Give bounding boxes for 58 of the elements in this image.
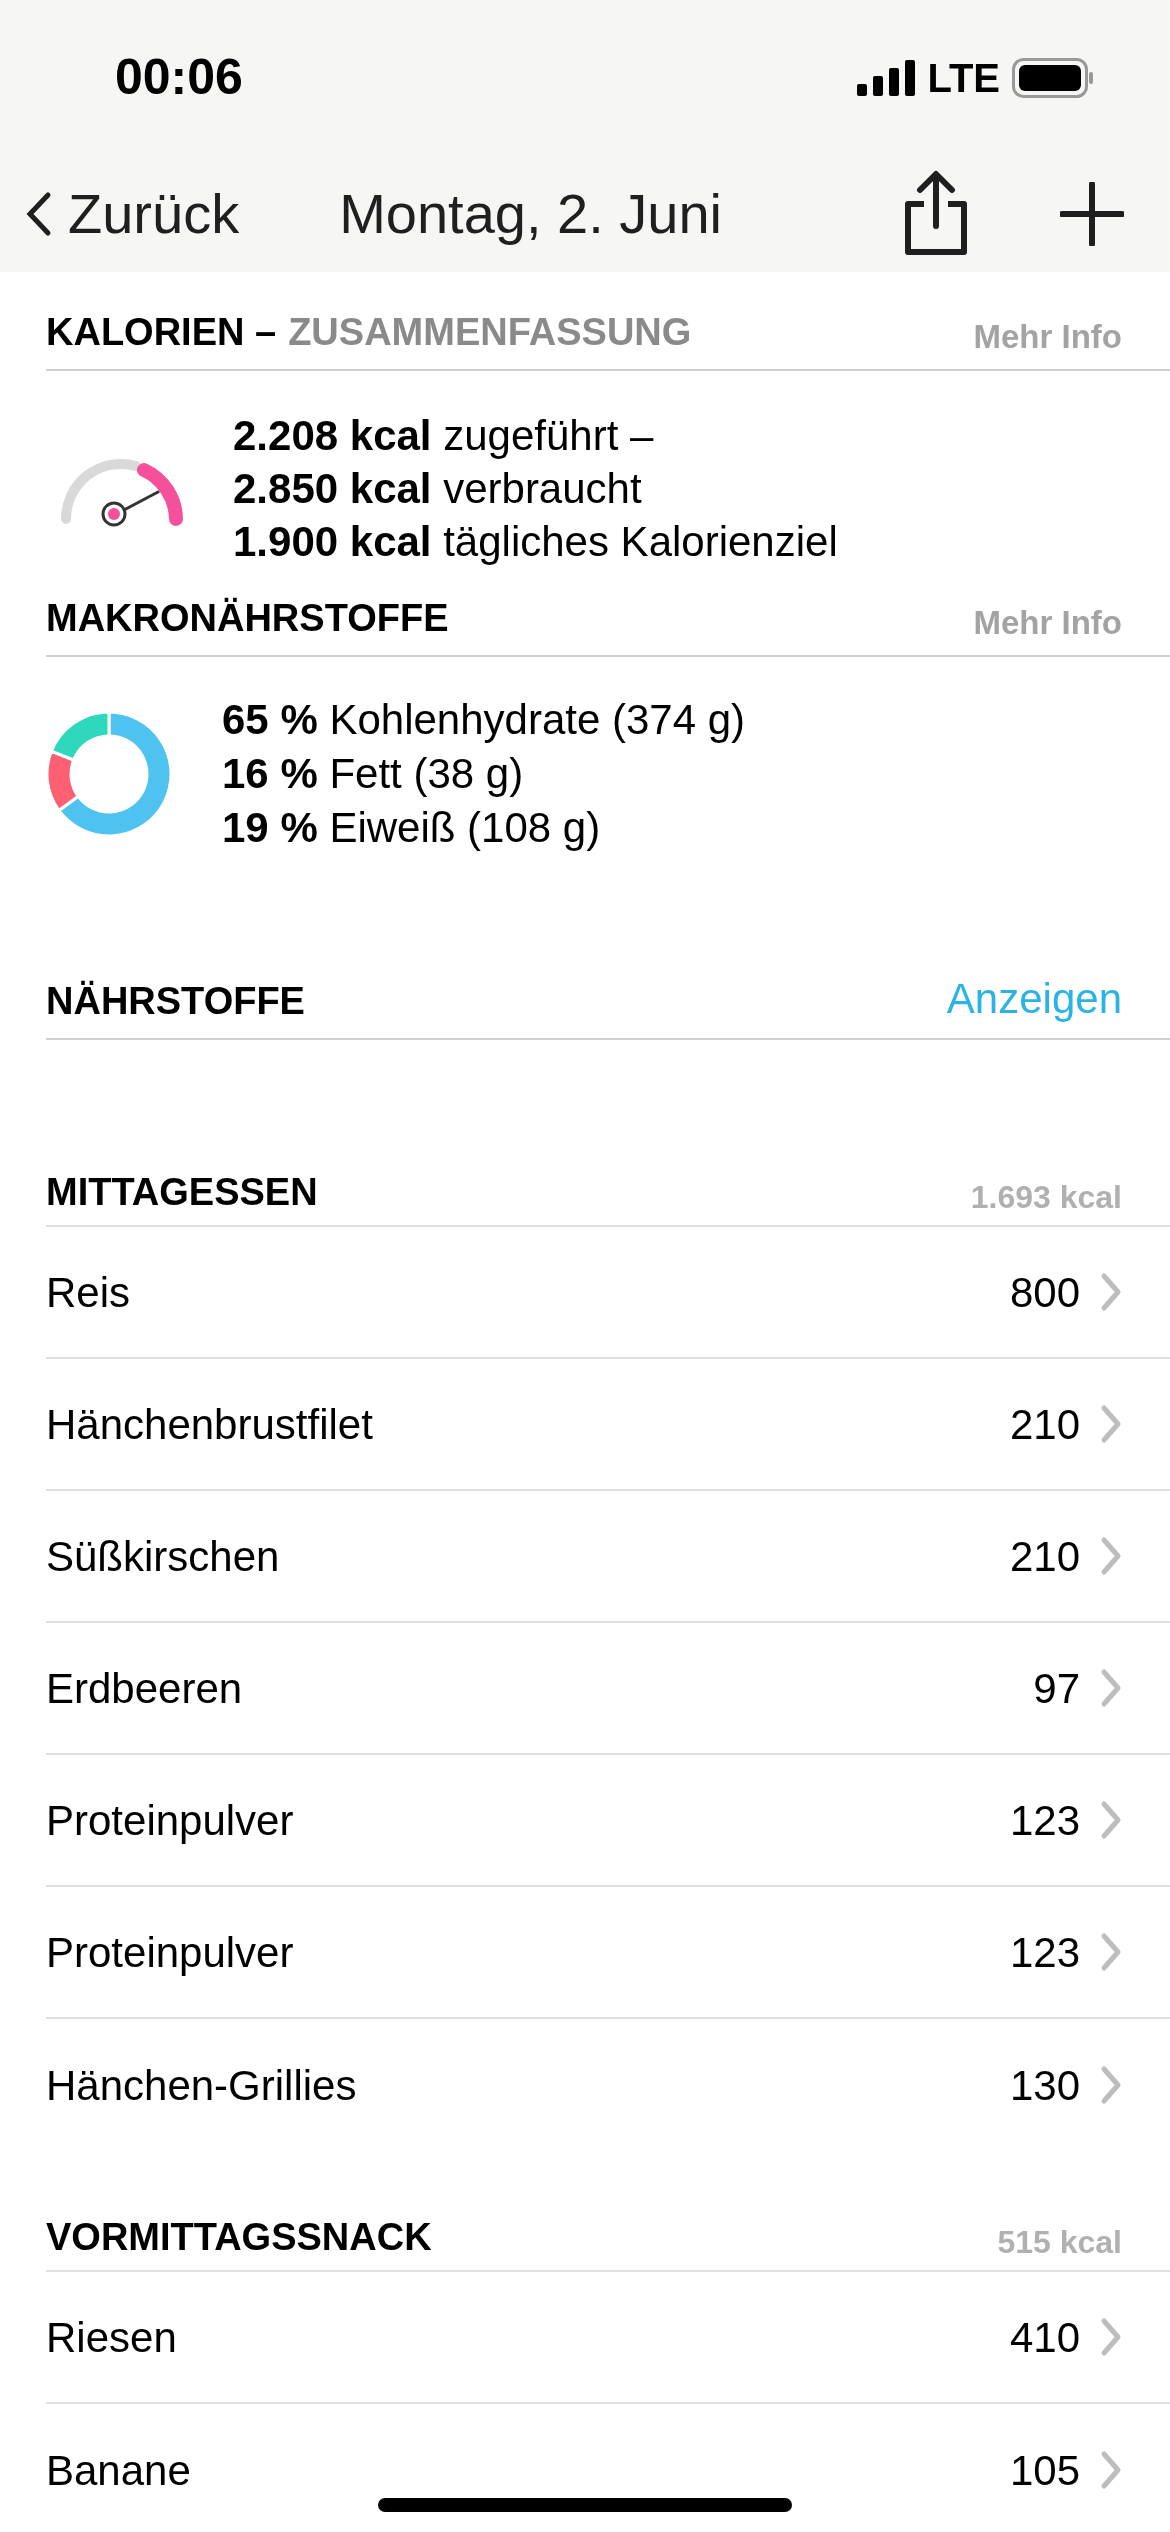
meal-title: VORMITTAGSSNACK [46, 2215, 432, 2260]
macro-line: 19 % Eiweiß (108 g) [222, 803, 602, 853]
food-row[interactable]: Hänchen-Grillies 130 [46, 2019, 1170, 2151]
chevron-right-icon [1100, 1536, 1122, 1576]
food-name: Riesen [46, 2312, 177, 2363]
food-row[interactable]: Hänchenbrustfilet 210 [46, 1359, 1170, 1491]
food-name: Hänchen-Grillies [46, 2060, 357, 2111]
chevron-right-icon [1100, 2450, 1122, 2490]
food-name: Erdbeeren [46, 1663, 243, 1714]
chevron-right-icon [1100, 1932, 1122, 1972]
chevron-right-icon [1100, 2065, 1122, 2105]
food-kcal: 800 [1009, 1267, 1080, 1318]
section-subtitle: ZUSAMMENFASSUNG [288, 310, 692, 355]
section-title: NÄHRSTOFFE [46, 979, 305, 1024]
plus-icon[interactable] [1060, 181, 1124, 246]
food-name: Proteinpulver [46, 1927, 294, 1978]
page-title: Montag, 2. Juni [339, 180, 723, 247]
food-row[interactable]: Riesen 410 [46, 2272, 1170, 2404]
calorie-line: 1.900 kcal tägliches Kalorienziel [233, 517, 838, 567]
section-title: MAKRONÄHRSTOFFE [46, 596, 449, 641]
food-name: Süßkirschen [46, 1531, 280, 1582]
back-button[interactable]: Zurück [24, 171, 240, 256]
chevron-right-icon [1100, 1404, 1122, 1444]
calorie-line: 2.208 kcal zugeführt – [233, 411, 655, 461]
meal-total: 515 kcal [997, 2223, 1122, 2262]
food-name: Proteinpulver [46, 1795, 294, 1846]
food-kcal: 123 [1009, 1927, 1080, 1978]
chevron-right-icon [1100, 1668, 1122, 1708]
battery-icon [1012, 57, 1094, 98]
food-name: Hänchenbrustfilet [46, 1399, 373, 1450]
chevron-right-icon [1100, 1800, 1122, 1840]
food-name: Reis [46, 1267, 131, 1318]
macro-line: 16 % Fett (38 g) [222, 749, 525, 799]
food-row[interactable]: Süßkirschen 210 [46, 1491, 1170, 1623]
food-kcal: 210 [1009, 1399, 1080, 1450]
chevron-right-icon [1100, 1272, 1122, 1312]
calorie-line: 2.850 kcal verbraucht [233, 464, 643, 514]
food-kcal: 123 [1009, 1795, 1080, 1846]
food-row[interactable]: Proteinpulver 123 [46, 1755, 1170, 1887]
meal-title: MITTAGESSEN [46, 1170, 318, 1215]
food-kcal: 105 [1009, 2445, 1080, 2496]
food-row[interactable]: Banane 105 [46, 2404, 1170, 2532]
network-label: LTE [927, 54, 1000, 102]
food-kcal: 130 [1009, 2060, 1080, 2111]
section-title: KALORIEN – [46, 310, 277, 355]
status-time: 00:06 [115, 48, 243, 107]
meal-total: 1.693 kcal [970, 1178, 1122, 1217]
macro-line: 65 % Kohlenhydrate (374 g) [222, 695, 746, 745]
food-row[interactable]: Reis 800 [46, 1227, 1170, 1359]
food-kcal: 410 [1009, 2312, 1080, 2363]
chevron-right-icon [1100, 2317, 1122, 2357]
food-kcal: 210 [1009, 1531, 1080, 1582]
food-row[interactable]: Proteinpulver 123 [46, 1887, 1170, 2019]
chevron-left-icon [24, 190, 52, 237]
signal-icon [857, 59, 916, 96]
food-kcal: 97 [1033, 1663, 1080, 1714]
food-name: Banane [46, 2445, 191, 2496]
food-row[interactable]: Erdbeeren 97 [46, 1623, 1170, 1755]
